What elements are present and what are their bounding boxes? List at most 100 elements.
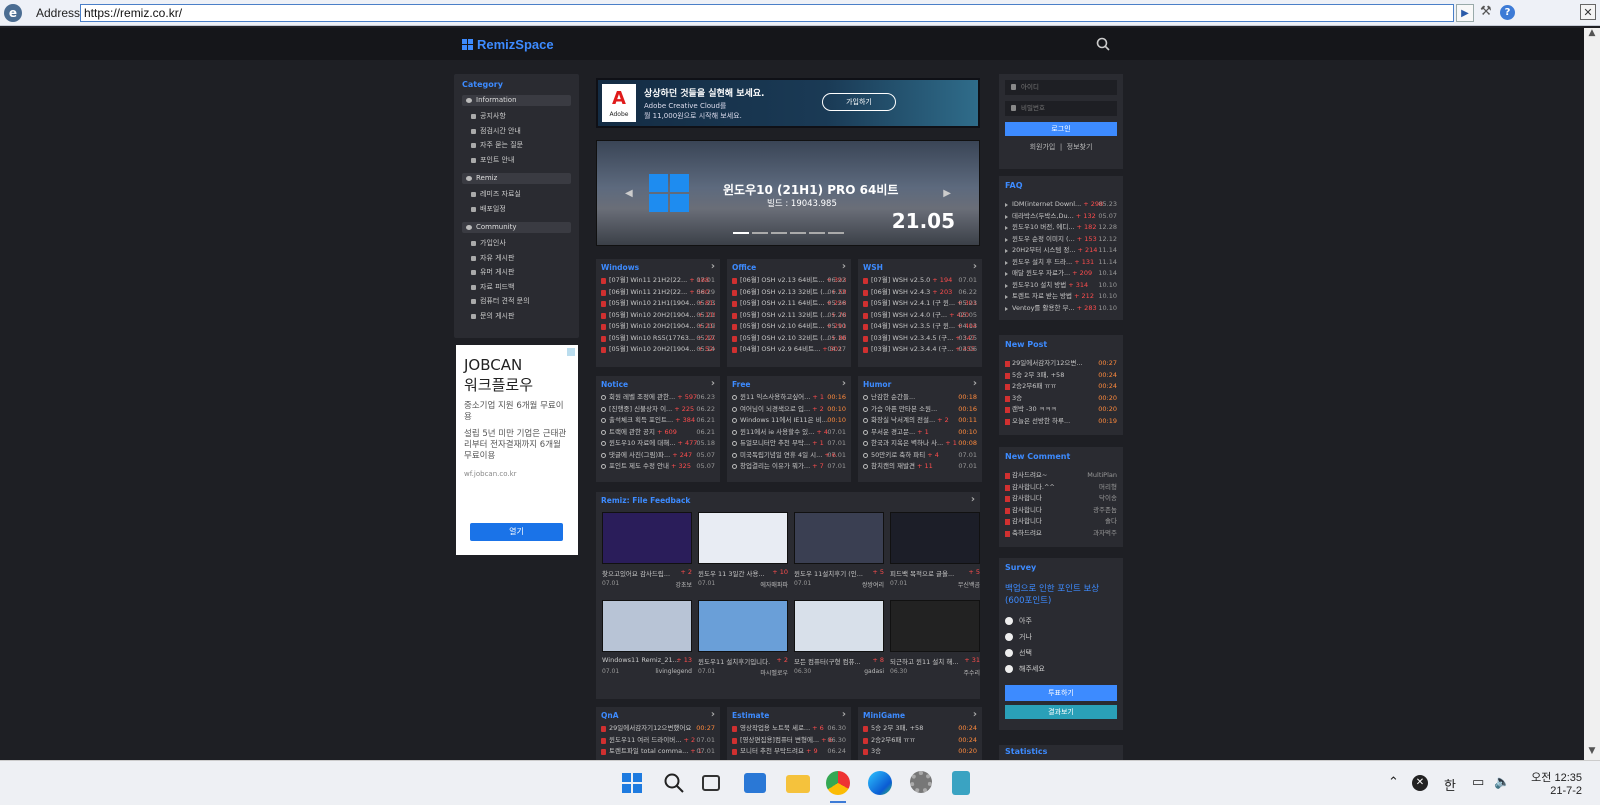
board-title[interactable]: QnA — [601, 709, 715, 723]
new-post-title[interactable]: New Post — [1005, 340, 1117, 358]
category-item[interactable]: 컴퓨터 견적 문의 — [462, 294, 571, 309]
file-explorer-icon[interactable] — [786, 775, 810, 793]
faq-item[interactable]: 윈도우 순정 이미지 (... + 153 12.12 — [1005, 234, 1117, 246]
faq-item[interactable]: 매달 윈도우 자료가... + 209 10.14 — [1005, 268, 1117, 280]
post-row[interactable]: 모니터 추천 부탁드려요 + 9 06.24 — [732, 746, 846, 758]
category-item[interactable]: 레미즈 자료실 — [462, 187, 571, 202]
slider-dots[interactable] — [733, 232, 844, 234]
post-row[interactable]: [03월] WSH v2.3.4.5 (구... + 347 03.25 — [863, 333, 977, 345]
post-row[interactable]: 토렌트파일 total comma... + 1 07.01 — [601, 746, 715, 758]
feedback-caption[interactable]: 윈도우 11설치후기 (인... + 5 — [794, 568, 884, 578]
author-name[interactable]: 주수리 — [963, 668, 980, 677]
post-row[interactable]: 50만키로 축하 파티 + 4 07.01 — [863, 450, 977, 462]
new-post-item[interactable]: 2승2무6패 ㅠㅠ 00:24 — [1005, 381, 1117, 393]
address-input[interactable]: https://remiz.co.kr/ — [80, 4, 1454, 22]
category-item[interactable]: 자유 게시판 — [462, 251, 571, 266]
post-row[interactable]: 3승 00:20 — [863, 746, 977, 758]
go-button[interactable]: ▶ — [1456, 4, 1474, 22]
post-row[interactable]: 화장실 낙서계의 전설... + 2 00:11 — [863, 415, 977, 427]
faq-item[interactable]: 데라박스(두박스,Du... + 132 05.07 — [1005, 211, 1117, 223]
new-comment-item[interactable]: 감사드려요~ MultiPlan — [1005, 470, 1117, 482]
banner-join-button[interactable]: 가입하기 — [822, 93, 896, 111]
board-title[interactable]: Free — [732, 378, 846, 392]
post-row[interactable]: [06월] Win11 21H2(22... + 580 06.29 — [601, 287, 715, 299]
new-comment-item[interactable]: 감사합니다 광주존놈 — [1005, 505, 1117, 517]
account-links[interactable]: 회원가입 | 정보찾기 — [1005, 142, 1117, 152]
category-item[interactable]: 포인트 안내 — [462, 153, 571, 168]
post-row[interactable]: 난감한 순간들... 00:18 — [863, 392, 977, 404]
password-field[interactable]: 비밀번호 — [1005, 101, 1117, 116]
survey-option-radio[interactable]: 아주 — [1005, 613, 1117, 629]
notepad-icon[interactable] — [952, 771, 970, 795]
post-row[interactable]: [05월] Win10 20H2(1904...+ 21105.19 — [601, 321, 715, 333]
post-row[interactable]: 여어님이 뇌경색으로 입... + 2 00:10 — [732, 404, 846, 416]
category-item[interactable]: 점검시간 안내 — [462, 124, 571, 139]
close-circle-icon[interactable]: ✕ — [1412, 775, 1428, 791]
start-icon[interactable] — [620, 771, 644, 795]
post-row[interactable]: 회원 레벨 조정에 관한... + 597 06.23 — [601, 392, 715, 404]
search-icon[interactable] — [1096, 37, 1110, 51]
board-title[interactable]: Humor — [863, 378, 977, 392]
new-comment-item[interactable]: 감사합니다 닥이송 — [1005, 493, 1117, 505]
post-row[interactable]: [05월] Win10 20H2(1904...+ 11905.21 — [601, 310, 715, 322]
post-row[interactable]: 듀얼모니터안 추천 부탁... + 1 07.01 — [732, 438, 846, 450]
category-item[interactable]: 공지사항 — [462, 109, 571, 124]
author-name[interactable]: 쌍쌍여리 — [862, 580, 884, 589]
feedback-caption[interactable]: Windows11 Remiz_21... + 13 — [602, 656, 692, 664]
category-item[interactable]: 배포일정 — [462, 202, 571, 217]
board-title[interactable]: Office — [732, 261, 846, 275]
close-button[interactable]: ✕ — [1580, 4, 1596, 20]
settings-icon[interactable] — [910, 771, 932, 793]
post-row[interactable]: [04월] OSH v2.9 64비트... + 301 04.27 — [732, 344, 846, 356]
post-row[interactable]: [07월] Win11 21H2(22... + 188 07.01 — [601, 275, 715, 287]
category-item[interactable]: 자주 묻는 질문 — [462, 138, 571, 153]
board-title[interactable]: MiniGame — [863, 709, 977, 723]
category-section[interactable]: Information — [462, 95, 571, 106]
vote-button[interactable]: 투표하기 — [1005, 685, 1117, 701]
hero-slider[interactable]: 윈도우10 (21H1) PRO 64비트 빌드 : 19043.985 21.… — [596, 140, 980, 246]
post-row[interactable]: [06월] OSH v2.13 64비트... + 393 06.22 — [732, 275, 846, 287]
post-row[interactable]: [06월] OSH v2.13 32비트 (... + 59 06.22 — [732, 287, 846, 299]
new-comment-item[interactable]: 감사합니다.^^ 머리형 — [1005, 482, 1117, 494]
board-title[interactable]: Remiz: File Feedback — [601, 494, 975, 508]
survey-option-radio[interactable]: 선택 — [1005, 645, 1117, 661]
post-row[interactable]: [06월] WSH v2.4.3 + 203 06.22 — [863, 287, 977, 299]
author-name[interactable]: 마시멜로우 — [760, 668, 788, 677]
faq-item[interactable]: 토렌트 자료 받는 방법 + 212 10.10 — [1005, 291, 1117, 303]
volume-icon[interactable]: 🔈 — [1494, 775, 1510, 790]
category-item[interactable]: 문의 게시판 — [462, 309, 571, 324]
post-row[interactable]: [05월] Win10 RS5(17763... + 220 05.17 — [601, 333, 715, 345]
slider-next-icon[interactable]: ▶ — [943, 188, 951, 199]
chrome-icon[interactable] — [826, 771, 850, 795]
feedback-thumbnail[interactable] — [698, 512, 788, 564]
post-row[interactable]: [영상편집용]컴퓨터 변형에... + 6 06.30 — [732, 735, 846, 747]
feedback-thumbnail[interactable] — [794, 600, 884, 652]
task-view-icon[interactable] — [702, 775, 720, 791]
feedback-caption[interactable]: 모든 컴퓨터(구형 컴퓨... + 8 — [794, 656, 884, 666]
feedback-caption[interactable]: 윈도우 11 3일간 사용... + 10 — [698, 568, 788, 578]
post-row[interactable]: 29일에서감자기12으변했어요 00:27 — [601, 723, 715, 735]
post-row[interactable]: 윈11에서 ie 사용할수 있... + 4 07.01 — [732, 427, 846, 439]
post-row[interactable]: 참치캔의 재발견 + 11 07.01 — [863, 461, 977, 473]
id-field[interactable]: 아이디 — [1005, 80, 1117, 95]
feedback-thumbnail[interactable] — [602, 600, 692, 652]
survey-option-radio[interactable]: 거나 — [1005, 629, 1117, 645]
post-row[interactable]: [05월] WSH v2.4.1 (구 윈... + 301 05.23 — [863, 298, 977, 310]
scrollbar[interactable]: ▲ ▼ — [1584, 28, 1600, 760]
faq-title[interactable]: FAQ — [1005, 181, 1117, 199]
faq-item[interactable]: 윈도우 설치 후 드라... + 131 11.14 — [1005, 257, 1117, 269]
board-title[interactable]: WSH — [863, 261, 977, 275]
post-row[interactable]: [05월] Win10 21H1(1904...+ 81205.23 — [601, 298, 715, 310]
widgets-icon[interactable] — [744, 773, 766, 793]
post-row[interactable]: Windows 11에서 IE11은 비... 00:10 — [732, 415, 846, 427]
author-name[interactable]: livinglegend — [655, 668, 692, 675]
category-item[interactable]: 가입인사 — [462, 236, 571, 251]
category-item[interactable]: 자료 피드백 — [462, 280, 571, 295]
post-row[interactable]: 가슴 아픈 만타본 소원... 00:16 — [863, 404, 977, 416]
new-comment-item[interactable]: 축하드려요 과자먹주 — [1005, 528, 1117, 540]
network-icon[interactable]: ▭ — [1472, 775, 1484, 790]
adobe-banner[interactable]: A Adobe 상상하던 것들을 실현해 보세요. Adobe Creative … — [596, 78, 980, 128]
tools-icon[interactable]: ⚒ — [1480, 4, 1492, 19]
author-name[interactable]: 강초보 — [675, 580, 692, 589]
author-name[interactable]: 무신백곰 — [958, 580, 980, 589]
